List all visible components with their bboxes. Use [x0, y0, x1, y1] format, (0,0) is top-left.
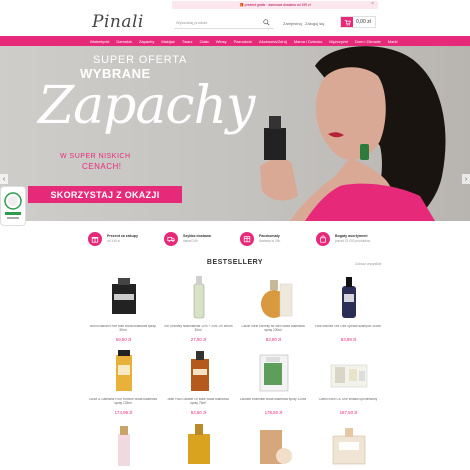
nav-item-mezczyzni[interactable]: Mężczyźni	[329, 39, 348, 44]
product-name[interactable]: The Ordinary Niacinamide 10% + Zinc 1% s…	[163, 325, 233, 333]
feature-gift: Prezent za zakupy od 149 zł	[88, 229, 160, 249]
trust-badge-icon	[4, 192, 22, 219]
product-name[interactable]: Jean Paul Gaultier Le Male woda toaletow…	[163, 398, 233, 406]
product-price: 174,99 zł	[114, 410, 133, 415]
logo[interactable]: Pinali	[92, 12, 144, 32]
hero-cta-button[interactable]: SKORZYSTAJ Z OKAZJI	[28, 186, 182, 203]
bag-icon	[316, 232, 330, 246]
product-image[interactable]	[179, 347, 219, 393]
carousel-prev-arrow[interactable]: ‹	[0, 174, 8, 184]
product-name[interactable]: Calvin Klein Eternity for Men woda toale…	[238, 325, 308, 333]
feature-assortment: Bogaty asortyment ponad 15 000 produktów	[316, 229, 388, 249]
feature-subtitle: nawet 24h	[183, 239, 198, 243]
login-link[interactable]: Zaloguj się	[305, 21, 324, 26]
close-icon[interactable]: ×	[371, 1, 374, 7]
see-all-link[interactable]: Zobacz wszystkie	[355, 262, 382, 266]
nav-item-marki[interactable]: Marki	[388, 39, 398, 44]
product-image[interactable]	[254, 347, 294, 393]
product-card[interactable]: Dolce & Gabbana Pour Homme woda toaletow…	[86, 345, 161, 418]
product-name[interactable]: Lacoste Essential woda toaletowa spray 1…	[238, 398, 308, 406]
product-image[interactable]	[329, 347, 369, 393]
main-nav: Walentynki Damskie Zapachy Makijaż Twarz…	[0, 36, 470, 46]
product-card[interactable]: Calvin Klein CK One zestaw upominkowy 187…	[311, 345, 386, 418]
product-price: 83,99 zł	[340, 337, 357, 342]
nav-item-makijaz[interactable]: Makijaż	[161, 39, 175, 44]
product-image[interactable]	[104, 420, 144, 466]
cart-total: 0,00 zł	[356, 19, 371, 25]
product-price: 178,50 zł	[264, 410, 283, 415]
product-image[interactable]	[329, 274, 369, 320]
product-card[interactable]	[161, 418, 236, 470]
hero-model-image	[260, 46, 446, 221]
search-input[interactable]: Wyszukaj produkt	[174, 18, 274, 29]
product-card[interactable]	[311, 418, 386, 470]
product-name[interactable]: Bruno Banani Pure Man woda toaletowa spr…	[88, 325, 158, 333]
product-card[interactable]: Bruno Banani Pure Man woda toaletowa spr…	[86, 272, 161, 345]
nav-item-mama[interactable]: Mama i Dziecko	[294, 39, 322, 44]
product-image[interactable]	[104, 274, 144, 320]
nav-item-paznokcie[interactable]: Paznokcie	[234, 39, 252, 44]
product-card[interactable]: Jean Paul Gaultier Le Male woda toaletow…	[161, 345, 236, 418]
product-name[interactable]: Dolce & Gabbana Pour Homme woda toaletow…	[88, 398, 158, 406]
nav-item-zapachy[interactable]: Zapachy	[139, 39, 154, 44]
product-card[interactable]: Lacoste Essential woda toaletowa spray 1…	[236, 345, 311, 418]
product-card[interactable]	[236, 418, 311, 470]
truck-icon	[164, 232, 178, 246]
nav-item-twarz[interactable]: Twarz	[182, 39, 193, 44]
hero-subtitle-line1: W SUPER NISKICH	[60, 153, 131, 160]
feature-subtitle: od 149 zł	[107, 239, 120, 243]
product-card[interactable]: The Ordinary Niacinamide 10% + Zinc 1% s…	[161, 272, 236, 345]
cart-button[interactable]: 0,00 zł	[340, 16, 376, 28]
features-row: Prezent za zakupy od 149 zł Szybka dostaw…	[88, 229, 388, 249]
product-image[interactable]	[179, 420, 219, 466]
hero-subtitle-line2: CENACH!	[82, 162, 122, 171]
product-name[interactable]: Paul Mitchell Tea Tree Special szampon 3…	[313, 325, 383, 333]
promo-text: 🎁 prezent gratis · darmowa dostawa od 19…	[239, 3, 311, 7]
product-grid: Bruno Banani Pure Man woda toaletowa spr…	[86, 272, 386, 470]
promo-bar: 🎁 prezent gratis · darmowa dostawa od 19…	[0, 0, 470, 10]
hero-title-line1: SUPER OFERTA	[93, 54, 188, 66]
cart-icon	[341, 17, 353, 27]
product-image[interactable]	[254, 420, 294, 466]
trust-badge[interactable]	[0, 186, 26, 226]
nav-item-cialo[interactable]: Ciało	[200, 39, 209, 44]
product-image[interactable]	[254, 274, 294, 320]
nav-item-wlosy[interactable]: Włosy	[216, 39, 227, 44]
nav-item-walentynki[interactable]: Walentynki	[90, 39, 109, 44]
product-image[interactable]	[179, 274, 219, 320]
product-price: 83,90 zł	[265, 337, 282, 342]
box-icon	[240, 232, 254, 246]
promo-strip: 🎁 prezent gratis · darmowa dostawa od 19…	[172, 1, 378, 9]
register-link[interactable]: Zarejestruj	[283, 21, 302, 26]
product-price: 187,50 zł	[339, 410, 358, 415]
hero-banner[interactable]: SUPER OFERTA WYBRANE Zapachy W SUPER NIS…	[0, 46, 470, 221]
nav-item-damskie[interactable]: Damskie	[116, 39, 132, 44]
product-price: 27,50 zł	[190, 337, 207, 342]
gift-icon	[88, 232, 102, 246]
bestsellers-title: BESTSELLERY	[206, 259, 264, 266]
product-price: 53,50 zł	[190, 410, 207, 415]
product-image[interactable]	[104, 347, 144, 393]
nav-item-akcesoria[interactable]: Akcesoria/Zdrój	[259, 39, 287, 44]
product-card[interactable]: Calvin Klein Eternity for Men woda toale…	[236, 272, 311, 345]
product-price: 69,50 zł	[115, 337, 132, 342]
feature-lockers: Paczkomaty dostawa w 24h	[240, 229, 312, 249]
nav-item-dom[interactable]: Dom i Zdrowie	[355, 39, 381, 44]
feature-subtitle: ponad 15 000 produktów	[335, 239, 371, 243]
feature-subtitle: dostawa w 24h	[259, 239, 281, 243]
product-card[interactable]: Paul Mitchell Tea Tree Special szampon 3…	[311, 272, 386, 345]
product-name[interactable]: Calvin Klein CK One zestaw upominkowy	[313, 398, 383, 406]
product-card[interactable]	[86, 418, 161, 470]
product-image[interactable]	[329, 420, 369, 466]
feature-delivery: Szybka dostawa nawet 24h	[164, 229, 236, 249]
carousel-next-arrow[interactable]: ›	[462, 174, 470, 184]
search-icon[interactable]	[263, 19, 270, 26]
